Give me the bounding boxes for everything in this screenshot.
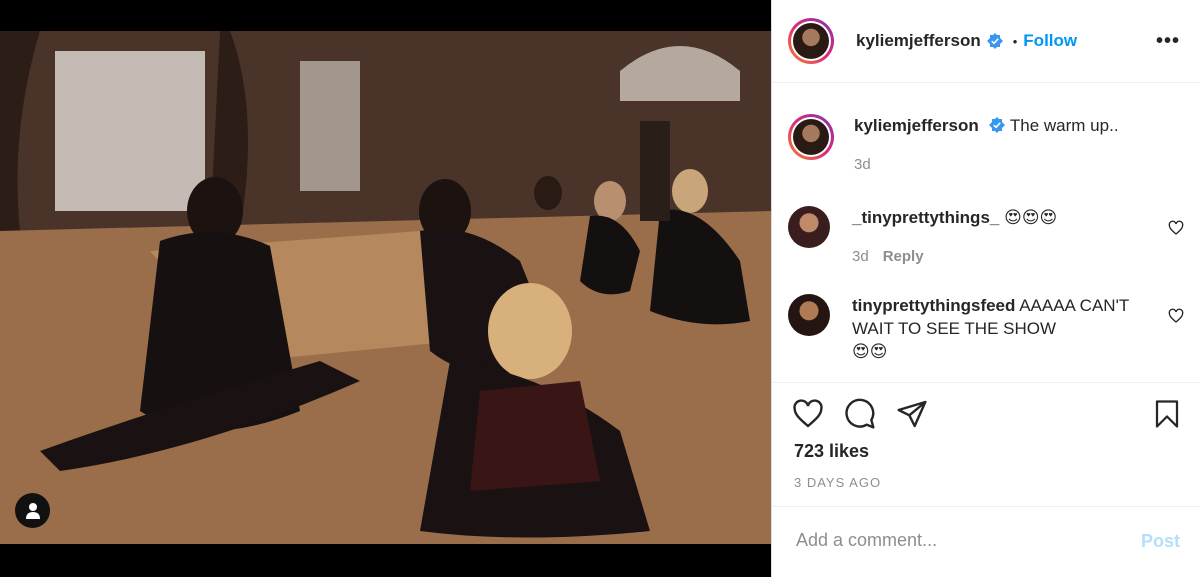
action-bar bbox=[792, 398, 1182, 434]
header-username[interactable]: kyliemjefferson bbox=[856, 31, 981, 51]
reply-button[interactable]: Reply bbox=[883, 248, 924, 265]
more-icon[interactable]: ••• bbox=[1156, 30, 1180, 53]
follow-button[interactable]: Follow bbox=[1023, 31, 1077, 51]
comment-input[interactable] bbox=[794, 529, 1118, 552]
bookmark-icon[interactable] bbox=[1152, 398, 1182, 430]
post-sidebar: kyliemjefferson • Follow ••• kyliemjeffe… bbox=[771, 0, 1200, 577]
post-media[interactable] bbox=[0, 0, 771, 577]
share-icon[interactable] bbox=[896, 398, 928, 430]
caption-username[interactable]: kyliemjefferson bbox=[854, 116, 979, 135]
comment-username[interactable]: _tinyprettythings_ bbox=[852, 208, 999, 227]
likes-count[interactable]: 723 likes bbox=[794, 441, 869, 462]
post-button[interactable]: Post bbox=[1141, 531, 1180, 552]
post-photo[interactable] bbox=[0, 31, 771, 544]
caption-time[interactable]: 3d bbox=[854, 156, 871, 173]
avatar[interactable] bbox=[788, 114, 834, 160]
avatar[interactable] bbox=[788, 206, 830, 248]
add-comment-bar: Post bbox=[772, 506, 1200, 578]
caption: kyliemjefferson The warm up.. 3d bbox=[788, 114, 1184, 176]
heart-icon[interactable] bbox=[1168, 220, 1184, 236]
list-item: tinyprettythingsfeed AAAAA CAN'T WAIT TO… bbox=[788, 294, 1184, 363]
post-date[interactable]: 3 DAYS AGO bbox=[794, 475, 881, 490]
heart-icon[interactable] bbox=[1168, 308, 1184, 324]
comment-time[interactable]: 3d bbox=[852, 248, 869, 265]
verified-badge-icon bbox=[989, 117, 1006, 133]
avatar[interactable] bbox=[788, 18, 834, 64]
comments-list: kyliemjefferson The warm up.. 3d _tinypr… bbox=[772, 83, 1200, 383]
comment-emoji: 😍😍 bbox=[852, 342, 888, 361]
heart-icon[interactable] bbox=[792, 398, 824, 430]
separator-dot: • bbox=[1012, 33, 1018, 49]
post-header: kyliemjefferson • Follow ••• bbox=[772, 0, 1200, 83]
list-item: _tinyprettythings_ 😍😍😍 3d Reply bbox=[788, 206, 1184, 268]
verified-badge-icon bbox=[986, 33, 1003, 49]
comment-username[interactable]: tinyprettythingsfeed bbox=[852, 296, 1015, 315]
caption-text: The warm up.. bbox=[1009, 116, 1119, 135]
avatar[interactable] bbox=[788, 294, 830, 336]
user-tag-icon[interactable] bbox=[15, 493, 50, 528]
comment-text: 😍😍😍 bbox=[1004, 208, 1058, 227]
comment-icon[interactable] bbox=[844, 398, 876, 430]
